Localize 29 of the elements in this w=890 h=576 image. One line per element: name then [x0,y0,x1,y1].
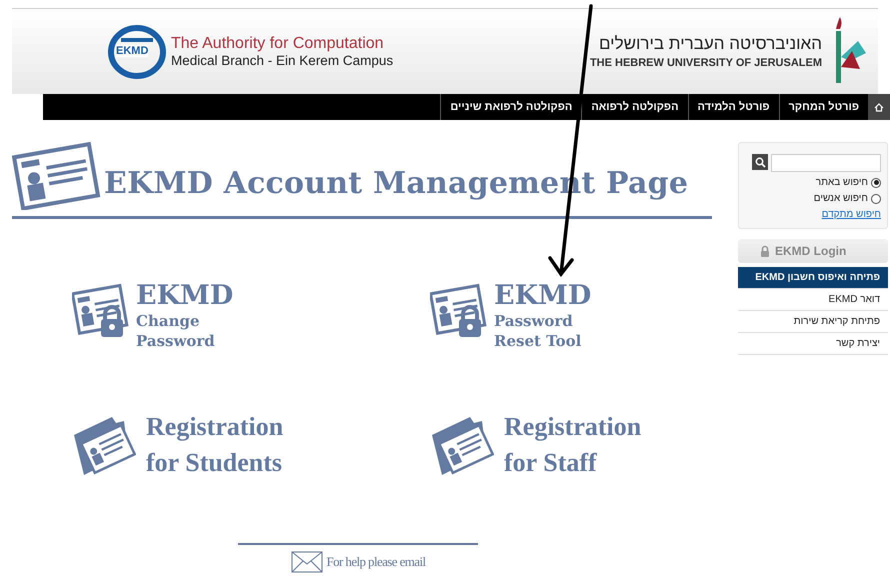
envelope-icon [290,551,323,573]
radio-button[interactable] [871,194,881,204]
help-text: For help please email [326,554,426,570]
nav-link[interactable]: הפקולטה לרפואת שיניים [440,94,582,120]
home-icon [874,102,884,112]
registration-link[interactable]: Registration for Students [72,409,430,481]
home-button[interactable] [868,94,890,120]
search-icon [754,156,766,168]
nav-link[interactable]: פורטל המחקר [778,94,868,120]
password-tool-link[interactable]: EKMD Change Password [72,281,430,351]
logo-badge-text: EKMD [116,44,148,56]
login-title: EKMD Login [775,244,846,258]
ekmd-logo-icon [107,24,169,80]
lock-icon [760,245,770,257]
nav-link[interactable]: פורטל הלמידה [688,94,779,120]
search-button[interactable] [752,154,768,170]
search-option[interactable]: חיפוש אנשים [814,193,881,204]
search-option[interactable]: חיפוש באתר [816,177,881,188]
search-field[interactable] [771,154,881,172]
university-name: THE HEBREW UNIVERSITY OF JERUSALEM [590,57,822,69]
menu-item[interactable]: פתיחה ואיפוס חשבון EKMD [738,267,888,289]
university-name: האוניברסיטה העברית בירושלים [598,34,822,54]
authority-subtitle: Medical Branch - Ein Kerem Campus [171,52,394,68]
authority-title: The Authority for Computation [171,34,385,52]
advanced-search-link[interactable]: חיפוש מתקדם [822,209,881,220]
nav-link[interactable]: הפקולטה לרפואה [581,94,688,120]
radio-button[interactable] [871,178,881,188]
registration-link[interactable]: Registration for Staff [430,409,730,481]
password-tool-link[interactable]: EKMD Password Reset Tool [430,281,730,351]
